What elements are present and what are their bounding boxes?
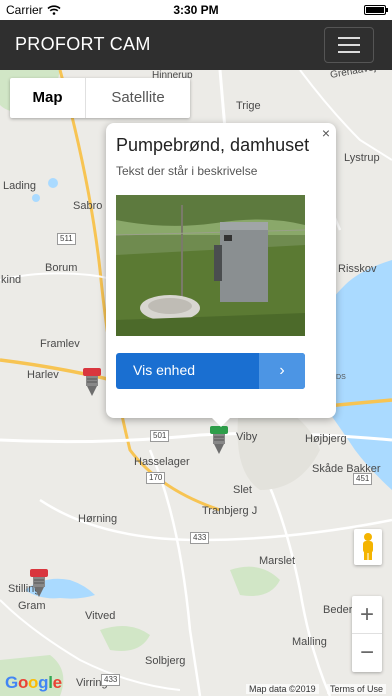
place-label: Beder	[323, 604, 353, 616]
street-view-icon[interactable]	[354, 529, 382, 565]
zoom-out-button[interactable]: −	[352, 634, 382, 672]
place-label: Malling	[292, 636, 327, 648]
terms-of-use-link[interactable]: Terms of Use	[326, 684, 386, 694]
zoom-in-button[interactable]: +	[352, 596, 382, 634]
road-shield: 451	[353, 473, 373, 485]
place-label: Højbjerg	[305, 433, 347, 445]
popup-description: Tekst der står i beskrivelse	[116, 164, 258, 178]
status-time: 3:30 PM	[173, 3, 219, 17]
place-label: Borum	[45, 262, 78, 274]
chevron-right-icon: ›	[259, 353, 305, 389]
map-data-attribution: Map data ©2019	[246, 684, 319, 694]
place-label: Hasselager	[134, 456, 190, 468]
battery-icon	[364, 5, 388, 15]
app-title: PROFORT CAM	[15, 34, 151, 54]
place-label: Lading	[3, 180, 37, 192]
place-label: Harlev	[27, 369, 59, 381]
place-label: Tranbjerg J	[202, 505, 258, 517]
menu-button[interactable]	[324, 27, 374, 63]
map-type-map-button[interactable]: Map	[10, 78, 86, 118]
road-shield: 433	[190, 532, 210, 544]
popup-photo	[116, 195, 305, 336]
place-label: Trige	[236, 100, 261, 112]
place-label: Solbjerg	[145, 655, 186, 667]
google-logo: Google	[5, 673, 62, 692]
road-shield: 170	[146, 472, 166, 484]
road-shield: 501	[150, 430, 170, 442]
info-popup: × Pumpebrønd, damhuset Tekst der står i …	[106, 123, 336, 427]
zoom-controls: + −	[352, 596, 382, 672]
road-shield: 511	[57, 233, 76, 245]
map-type-satellite-button[interactable]: Satellite	[86, 78, 190, 118]
map-type-toggle: Map Satellite	[10, 78, 190, 118]
status-bar: Carrier 3:30 PM	[0, 0, 392, 20]
popup-title: Pumpebrønd, damhuset	[116, 135, 310, 155]
app-bar: PROFORT CAM	[0, 20, 392, 70]
place-label: Lystrup	[344, 152, 380, 164]
place-label: Slet	[233, 484, 252, 496]
place-label: Risskov	[338, 263, 377, 275]
place-label: Vitved	[85, 610, 116, 622]
road-shield: 433	[101, 674, 121, 686]
place-label: Hørning	[78, 513, 118, 525]
place-label: kind	[1, 274, 22, 286]
place-label: Sabro	[73, 200, 103, 212]
place-label: Gram	[18, 600, 46, 612]
map-pin-icon[interactable]	[81, 366, 103, 398]
close-icon[interactable]: ×	[322, 125, 330, 141]
map-pin-icon[interactable]	[28, 567, 50, 599]
map-view[interactable]: Hinnerup Grenaavej Trige Lystrup Lading …	[0, 70, 392, 696]
vis-enhed-label: Vis enhed	[133, 362, 196, 378]
place-label: Marslet	[259, 555, 296, 567]
map-pin-icon[interactable]	[208, 424, 230, 456]
hamburger-icon	[338, 37, 360, 39]
place-label: Viby	[236, 431, 258, 443]
place-label: Framlev	[40, 338, 80, 350]
vis-enhed-button[interactable]: Vis enhed ›	[116, 353, 305, 389]
